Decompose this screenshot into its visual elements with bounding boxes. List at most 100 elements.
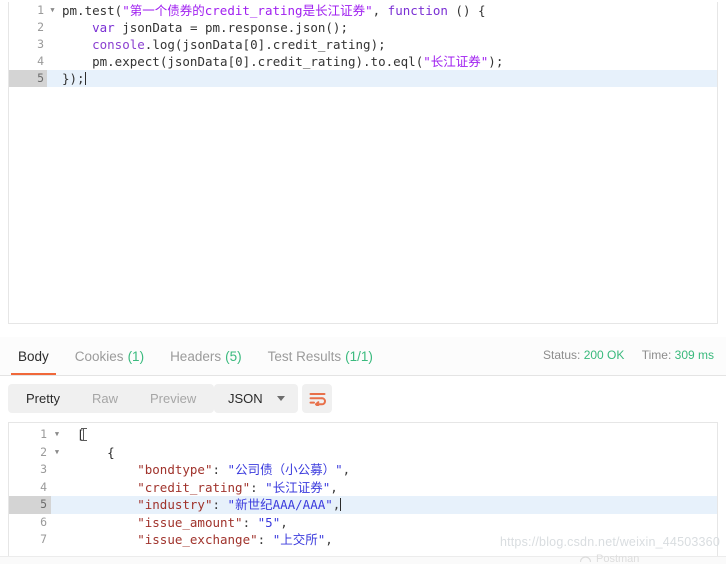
script-line[interactable]: 4 pm.expect(jsonData[0].credit_rating).t… bbox=[9, 53, 717, 70]
tab-headers[interactable]: Headers (5) bbox=[157, 337, 255, 375]
mouse-text-cursor-icon bbox=[80, 428, 87, 441]
json-token-pun: : bbox=[257, 532, 273, 547]
token-plain: , bbox=[372, 3, 388, 18]
json-token-pun bbox=[77, 515, 137, 530]
token-str: "长江证券" bbox=[423, 54, 489, 69]
json-line-number: 3 bbox=[40, 462, 47, 476]
text-caret bbox=[340, 498, 342, 511]
json-token-br: { bbox=[77, 444, 115, 460]
script-line[interactable]: 3 console.log(jsonData[0].credit_rating)… bbox=[9, 36, 717, 53]
token-plain: }); bbox=[62, 71, 85, 86]
json-line-number: 2 bbox=[40, 444, 47, 459]
status-label: Status: bbox=[542, 348, 581, 362]
json-token-pun: : bbox=[212, 497, 228, 512]
tab-label: Body bbox=[18, 348, 49, 364]
token-plain: jsonData = pm.response.json(); bbox=[114, 20, 348, 35]
tab-count: (1) bbox=[127, 348, 145, 364]
json-line-number: 7 bbox=[40, 532, 47, 546]
json-token-pun: : bbox=[250, 479, 266, 495]
line-number: 2 bbox=[37, 20, 44, 34]
json-line-text: { bbox=[63, 444, 115, 462]
view-mode-pretty[interactable]: Pretty bbox=[10, 385, 76, 412]
response-view-toolbar: Pretty Raw Preview JSON bbox=[0, 376, 726, 421]
line-number: 4 bbox=[37, 54, 44, 68]
token-plain: .log(jsonData[0].credit_rating); bbox=[144, 37, 386, 52]
json-line-text: "bondtype": "公司债（小公募）", bbox=[63, 461, 350, 479]
token-kw: function bbox=[387, 3, 448, 18]
json-token-key: "bondtype" bbox=[137, 462, 213, 477]
json-line[interactable]: 2 ▼ { bbox=[9, 444, 717, 462]
json-line-text: "issue_amount": "5", bbox=[63, 514, 288, 532]
line-number: 3 bbox=[37, 37, 44, 51]
json-token-pun bbox=[77, 532, 137, 547]
json-line[interactable]: 1 ▼[ bbox=[9, 426, 717, 444]
json-line[interactable]: 3 "bondtype": "公司债（小公募）", bbox=[9, 461, 717, 479]
json-line-text: "issue_exchange": "上交所", bbox=[63, 531, 333, 549]
time-label: Time: bbox=[641, 348, 672, 362]
tab-label: Test Results bbox=[267, 348, 342, 364]
script-line-text: console.log(jsonData[0].credit_rating); bbox=[58, 36, 386, 53]
json-line-number: 1 bbox=[40, 427, 47, 441]
token-fn: console bbox=[92, 37, 145, 52]
token-str: "第一个债券的credit_rating是长江证券" bbox=[122, 3, 373, 18]
script-code-area[interactable]: 1 ▼ pm.test("第一个债券的credit_rating是长江证券", fu… bbox=[9, 2, 717, 323]
json-line-number: 5 bbox=[9, 496, 51, 514]
fold-triangle-icon[interactable]: ▼ bbox=[47, 2, 58, 19]
test-script-editor[interactable]: 1 ▼ pm.test("第一个债券的credit_rating是长江证券", fu… bbox=[8, 2, 718, 324]
json-token-key: "industry" bbox=[137, 497, 213, 512]
response-body-viewer[interactable]: 1 ▼[2 ▼ {3 "bondtype": "公司债（小公募）", 4 "credi… bbox=[8, 422, 718, 563]
json-line-number: 6 bbox=[40, 514, 47, 529]
response-tab-bar: Body Cookies (1) Headers (5) Test Results (1/1… bbox=[0, 337, 726, 376]
line-number: 1 bbox=[37, 3, 44, 17]
json-token-str: "上交所" bbox=[272, 532, 326, 547]
response-format-select[interactable]: JSON bbox=[214, 384, 298, 413]
json-token-pun: , bbox=[342, 462, 351, 477]
response-format-label: JSON bbox=[228, 391, 263, 406]
json-token-key: "issue_exchange" bbox=[137, 532, 258, 547]
json-line[interactable]: 4 "credit_rating": "长江证券", bbox=[9, 479, 717, 497]
view-mode-raw[interactable]: Raw bbox=[76, 385, 134, 412]
tab-cookies[interactable]: Cookies (1) bbox=[62, 337, 157, 375]
json-token-str: "公司债（小公募）" bbox=[227, 462, 343, 477]
token-plain: () { bbox=[447, 3, 486, 18]
response-json-area[interactable]: 1 ▼[2 ▼ {3 "bondtype": "公司债（小公募）", 4 "credi… bbox=[9, 423, 717, 549]
script-line[interactable]: 2 var jsonData = pm.response.json(); bbox=[9, 19, 717, 36]
script-line-text: }); bbox=[58, 70, 86, 87]
fold-triangle-icon[interactable]: ▼ bbox=[51, 444, 63, 462]
json-token-str: "新世纪AAA/AAA" bbox=[227, 497, 333, 512]
json-line-text: "credit_rating": "长江证券", bbox=[63, 479, 338, 497]
script-line[interactable]: 1 ▼ pm.test("第一个债券的credit_rating是长江证券", fu… bbox=[9, 2, 717, 19]
tab-label: Cookies bbox=[74, 348, 124, 364]
word-wrap-button[interactable] bbox=[302, 384, 332, 413]
script-line-text: pm.expect(jsonData[0].credit_rating).to.… bbox=[58, 53, 503, 70]
json-token-pun bbox=[77, 480, 137, 495]
tab-body[interactable]: Body bbox=[5, 337, 62, 375]
time-value: 309 ms bbox=[674, 348, 714, 362]
view-mode-preview[interactable]: Preview bbox=[134, 385, 212, 412]
script-line[interactable]: 5}); bbox=[9, 70, 717, 87]
json-token-pun: , bbox=[325, 532, 333, 547]
json-line[interactable]: 7 "issue_exchange": "上交所", bbox=[9, 531, 717, 549]
json-token-pun: , bbox=[330, 479, 338, 495]
json-token-pun: , bbox=[332, 497, 341, 512]
json-line[interactable]: 5 "industry": "新世纪AAA/AAA", bbox=[9, 496, 717, 514]
response-meta: Status: 200 OK Time: 309 ms bbox=[543, 348, 714, 362]
text-caret bbox=[84, 72, 86, 85]
json-token-pun: : bbox=[212, 462, 228, 477]
json-token-str: "长江证券" bbox=[265, 479, 331, 495]
response-tabs: Body Cookies (1) Headers (5) Test Results (1/1… bbox=[5, 337, 386, 375]
fold-triangle-icon[interactable]: ▼ bbox=[51, 426, 63, 444]
json-token-pun bbox=[77, 497, 137, 512]
json-line-text: "industry": "新世纪AAA/AAA", bbox=[63, 496, 342, 514]
script-line-text: var jsonData = pm.response.json(); bbox=[58, 19, 348, 36]
tab-label: Headers bbox=[170, 348, 222, 364]
status-value: 200 OK bbox=[583, 348, 625, 362]
json-line[interactable]: 6 "issue_amount": "5", bbox=[9, 514, 717, 532]
tab-test-results[interactable]: Test Results (1/1) bbox=[255, 337, 386, 375]
token-plain: pm.expect(jsonData[0].credit_rating).to.… bbox=[62, 54, 424, 69]
script-line-text: pm.test("第一个债券的credit_rating是长江证券", func… bbox=[58, 2, 486, 19]
json-line-number: 4 bbox=[40, 479, 47, 494]
json-token-pun bbox=[77, 462, 137, 477]
